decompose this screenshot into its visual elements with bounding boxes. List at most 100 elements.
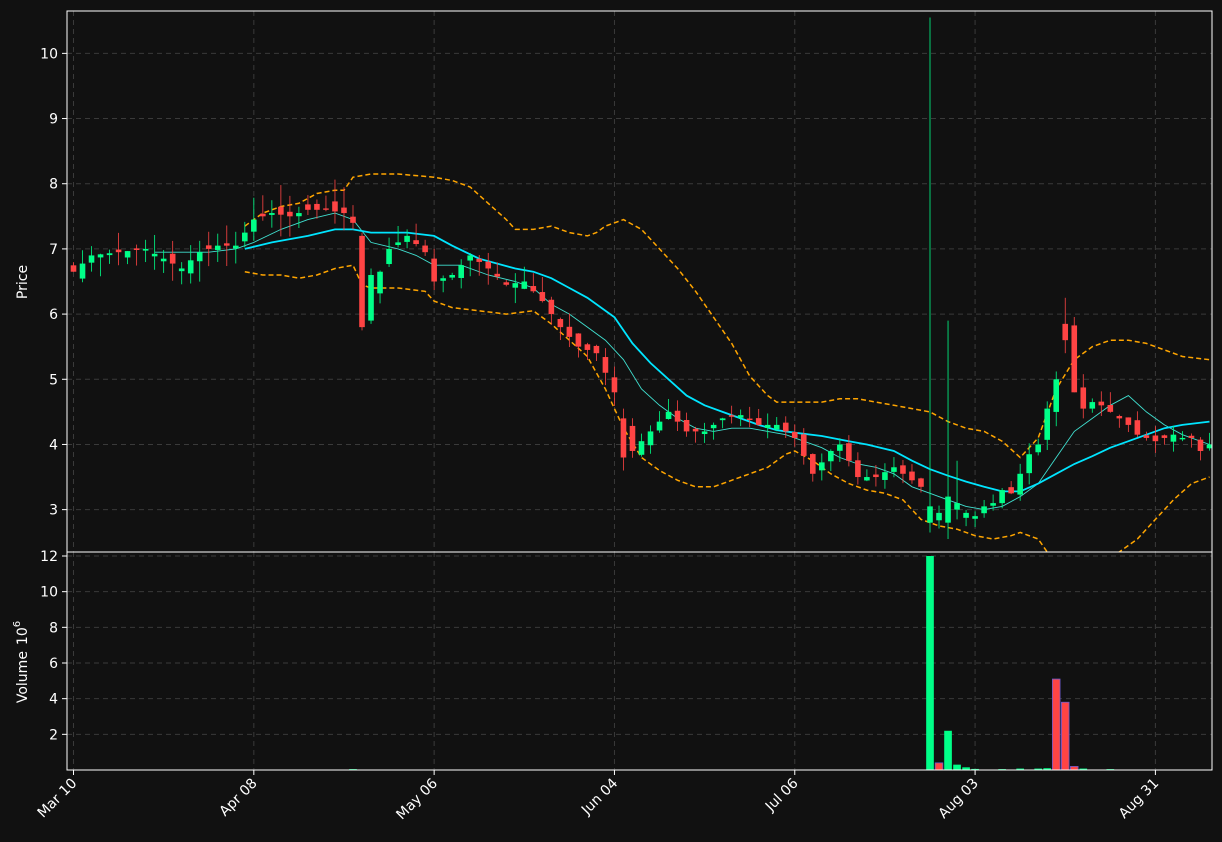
candle-body xyxy=(133,248,140,250)
candle-body xyxy=(918,478,924,487)
volume-tick-label: 12 xyxy=(40,549,58,565)
candle-body xyxy=(692,428,699,432)
candle-body xyxy=(251,219,257,232)
candle-body xyxy=(755,418,762,425)
candle-body xyxy=(557,319,564,328)
candle-body xyxy=(1197,439,1204,451)
candle-body xyxy=(719,418,726,421)
candle-body xyxy=(638,441,645,455)
candle-body xyxy=(232,245,239,249)
candle-body xyxy=(395,242,401,245)
candle-body xyxy=(629,425,636,451)
candle-body xyxy=(773,424,780,430)
candle-body xyxy=(485,261,492,269)
candle-body xyxy=(1008,487,1014,494)
candle-body xyxy=(972,516,978,519)
candle-body xyxy=(377,271,383,294)
candle-body xyxy=(1179,437,1186,440)
candle-body xyxy=(115,249,122,253)
candle-body xyxy=(260,213,266,217)
candle-body xyxy=(981,506,987,514)
candle-body xyxy=(936,512,942,521)
candle-body xyxy=(1089,402,1096,409)
candle-body xyxy=(999,490,1005,504)
candle-body xyxy=(70,265,77,272)
price-tick-label: 7 xyxy=(49,242,58,258)
volume-bar xyxy=(944,730,952,770)
candle-body xyxy=(422,245,428,253)
candle-body xyxy=(945,496,951,523)
candle-body xyxy=(1188,435,1195,438)
candle-body xyxy=(584,344,591,350)
candle-body xyxy=(476,258,483,262)
candle-body xyxy=(178,268,185,272)
candle-body xyxy=(160,258,167,262)
candle-body xyxy=(350,216,356,223)
candle-body xyxy=(214,245,221,250)
candle-body xyxy=(242,232,248,242)
candle-body xyxy=(1026,454,1032,474)
volume-tick-label: 4 xyxy=(49,692,58,708)
candle-body xyxy=(269,213,275,215)
price-tick-label: 6 xyxy=(49,307,58,323)
price-tick-label: 3 xyxy=(49,503,58,519)
candle-body xyxy=(611,377,618,393)
candle-body xyxy=(746,418,753,421)
candle-body xyxy=(296,213,302,217)
price-axis-label: Price xyxy=(15,265,31,299)
candle-body xyxy=(404,235,410,242)
candle-body xyxy=(503,282,510,285)
candle-body xyxy=(864,477,870,481)
candle-body xyxy=(665,411,672,419)
candle-body xyxy=(909,471,915,481)
candle-body xyxy=(764,424,771,428)
candle-body xyxy=(1170,434,1177,442)
price-tick-label: 5 xyxy=(49,372,58,388)
candle-body xyxy=(1107,405,1114,412)
candle-body xyxy=(575,333,582,347)
candle-body xyxy=(819,462,825,471)
candle-body xyxy=(205,245,212,249)
volume-bar xyxy=(934,762,944,771)
candle-body xyxy=(873,474,879,478)
candle-body xyxy=(855,460,861,478)
candle-body xyxy=(656,421,663,431)
candle-body xyxy=(368,274,374,321)
candle-body xyxy=(530,286,537,292)
candle-body xyxy=(332,201,338,212)
candle-body xyxy=(828,450,834,462)
candle-body xyxy=(1035,444,1041,453)
chart-background xyxy=(0,0,1222,842)
candle-body xyxy=(106,253,113,256)
candle-body xyxy=(846,443,852,461)
candle-body xyxy=(566,326,573,337)
price-tick-label: 10 xyxy=(40,46,58,62)
volume-tick-label: 2 xyxy=(49,727,58,743)
candle-body xyxy=(287,211,293,217)
candle-body xyxy=(124,251,131,258)
volume-bar xyxy=(1051,678,1061,771)
candle-body xyxy=(900,465,906,474)
volume-tick-label: 6 xyxy=(49,656,58,672)
candle-body xyxy=(1098,401,1105,406)
candle-body xyxy=(593,345,600,354)
candle-body xyxy=(927,506,933,523)
candle-body xyxy=(1152,435,1159,442)
candle-body xyxy=(1206,444,1212,449)
candle-body xyxy=(1134,420,1141,435)
candle-body xyxy=(1053,379,1060,412)
candle-body xyxy=(710,424,717,429)
candle-body xyxy=(1143,435,1150,438)
candle-body xyxy=(386,248,392,265)
candle-body xyxy=(223,243,230,246)
candle-body xyxy=(810,454,816,474)
price-tick-label: 4 xyxy=(49,437,58,453)
candle-body xyxy=(440,278,446,281)
candle-body xyxy=(647,431,654,446)
candle-body xyxy=(791,432,798,438)
candle-body xyxy=(1161,435,1168,438)
candle-body xyxy=(413,240,419,245)
volume-bar xyxy=(953,764,961,770)
candle-body xyxy=(97,254,104,258)
candle-body xyxy=(882,472,888,480)
